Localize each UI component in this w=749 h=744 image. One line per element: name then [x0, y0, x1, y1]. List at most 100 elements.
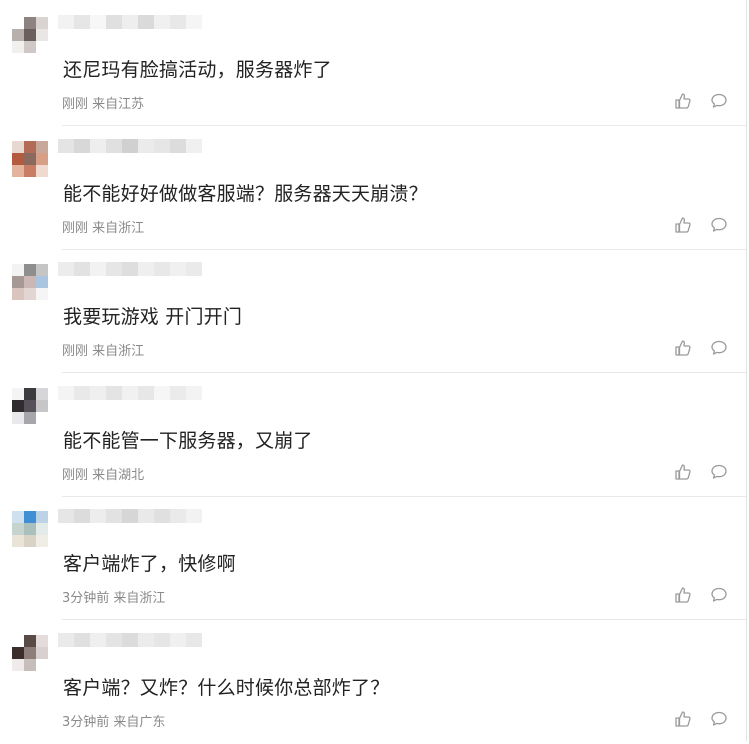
blur-block — [58, 15, 74, 29]
thumbs-up-icon[interactable] — [673, 215, 693, 235]
speech-bubble-icon[interactable] — [709, 215, 729, 235]
blur-block — [138, 509, 154, 523]
blur-block — [154, 633, 170, 647]
avatar-pixel — [36, 535, 48, 547]
comment-item: 能不能管一下服务器，又崩了 刚刚 来自湖北 — [0, 374, 746, 497]
avatar-pixel — [12, 288, 24, 300]
blur-block — [106, 139, 122, 153]
comment-meta: 刚刚 来自江苏 — [62, 93, 144, 112]
username-blurred[interactable] — [58, 386, 202, 400]
avatar[interactable] — [12, 388, 48, 424]
thumbs-up-icon[interactable] — [673, 462, 693, 482]
avatar-pixel — [24, 153, 36, 165]
speech-bubble-icon[interactable] — [709, 338, 729, 358]
blur-block — [90, 633, 106, 647]
speech-bubble-icon[interactable] — [709, 585, 729, 605]
blur-block — [138, 633, 154, 647]
blur-block — [154, 386, 170, 400]
blur-block — [74, 262, 90, 276]
blur-block — [58, 633, 74, 647]
username-blurred[interactable] — [58, 15, 202, 29]
username-blurred[interactable] — [58, 262, 202, 276]
avatar-pixel — [12, 388, 24, 400]
blur-block — [122, 633, 138, 647]
comment-time: 3分钟前 — [62, 591, 110, 606]
blur-block — [170, 633, 186, 647]
avatar[interactable] — [12, 511, 48, 547]
comment-item: 客户端炸了，快修啊 3分钟前 来自浙江 — [0, 497, 746, 620]
avatar-pixel — [36, 647, 48, 659]
blur-block — [90, 262, 106, 276]
blur-block — [74, 386, 90, 400]
blur-block — [122, 262, 138, 276]
avatar-pixel — [36, 41, 48, 53]
blur-block — [90, 386, 106, 400]
divider — [62, 125, 746, 126]
comment-item: 还尼玛有脸搞活动，服务器炸了 刚刚 来自江苏 — [0, 3, 746, 126]
avatar-pixel — [36, 276, 48, 288]
avatar-pixel — [36, 412, 48, 424]
blur-block — [170, 509, 186, 523]
avatar-pixel — [36, 29, 48, 41]
avatar[interactable] — [12, 635, 48, 671]
avatar-pixel — [12, 17, 24, 29]
blur-block — [138, 139, 154, 153]
username-blurred[interactable] — [58, 509, 202, 523]
avatar-pixel — [24, 41, 36, 53]
blur-block — [186, 262, 202, 276]
blur-block — [106, 509, 122, 523]
avatar-pixel — [12, 523, 24, 535]
blur-block — [106, 15, 122, 29]
blur-block — [90, 509, 106, 523]
avatar-pixel — [24, 535, 36, 547]
avatar-pixel — [24, 523, 36, 535]
avatar-pixel — [12, 659, 24, 671]
speech-bubble-icon[interactable] — [709, 91, 729, 111]
comment-item: 能不能好好做做客服端？服务器天天崩溃？ 刚刚 来自浙江 — [0, 127, 746, 250]
speech-bubble-icon[interactable] — [709, 709, 729, 729]
blur-block — [138, 15, 154, 29]
comment-text: 客户端炸了，快修啊 — [63, 553, 236, 575]
avatar-pixel — [36, 511, 48, 523]
avatar-pixel — [36, 153, 48, 165]
avatar-pixel — [36, 288, 48, 300]
blur-block — [170, 15, 186, 29]
avatar-pixel — [12, 647, 24, 659]
blur-block — [58, 139, 74, 153]
comment-location: 来自江苏 — [92, 97, 145, 112]
divider — [62, 619, 746, 620]
blur-block — [74, 139, 90, 153]
avatar-pixel — [24, 264, 36, 276]
blur-block — [122, 15, 138, 29]
avatar-pixel — [36, 523, 48, 535]
thumbs-up-icon[interactable] — [673, 338, 693, 358]
avatar-pixel — [24, 659, 36, 671]
avatar[interactable] — [12, 141, 48, 177]
avatar-pixel — [24, 288, 36, 300]
blur-block — [154, 509, 170, 523]
blur-block — [122, 386, 138, 400]
avatar-pixel — [24, 635, 36, 647]
blur-block — [138, 386, 154, 400]
blur-block — [170, 262, 186, 276]
username-blurred[interactable] — [58, 139, 202, 153]
thumbs-up-icon[interactable] — [673, 91, 693, 111]
divider — [62, 372, 746, 373]
username-blurred[interactable] — [58, 633, 202, 647]
blur-block — [186, 509, 202, 523]
avatar[interactable] — [12, 17, 48, 53]
blur-block — [106, 386, 122, 400]
avatar-pixel — [24, 412, 36, 424]
comment-time: 刚刚 — [62, 468, 89, 483]
avatar-pixel — [12, 412, 24, 424]
blur-block — [122, 509, 138, 523]
thumbs-up-icon[interactable] — [673, 585, 693, 605]
avatar[interactable] — [12, 264, 48, 300]
speech-bubble-icon[interactable] — [709, 462, 729, 482]
comment-location: 来自湖北 — [92, 468, 145, 483]
right-border — [746, 0, 747, 741]
avatar-pixel — [12, 535, 24, 547]
avatar-pixel — [36, 17, 48, 29]
avatar-pixel — [24, 388, 36, 400]
thumbs-up-icon[interactable] — [673, 709, 693, 729]
